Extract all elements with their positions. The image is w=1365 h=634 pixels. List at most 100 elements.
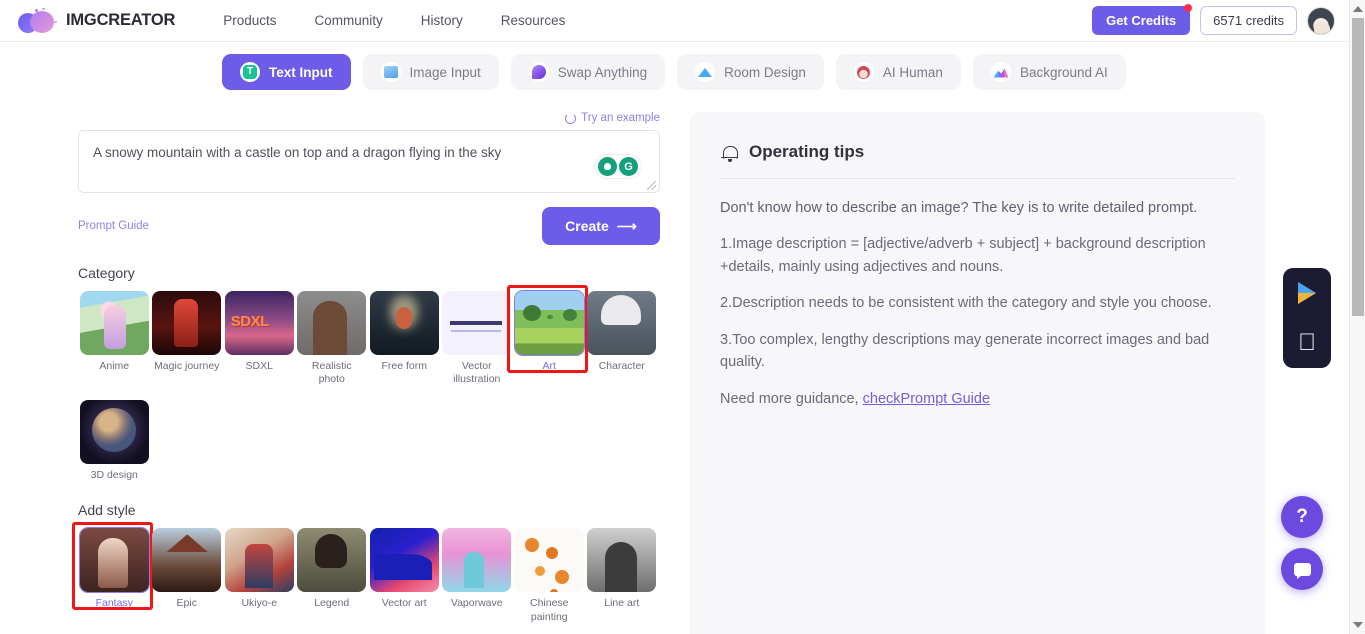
app-download-badges[interactable]:  bbox=[1283, 268, 1331, 368]
category-item-label: SDXL bbox=[245, 360, 273, 372]
bell-icon bbox=[720, 143, 739, 162]
tab-swap-anything[interactable]: Swap Anything bbox=[510, 54, 666, 90]
style-item-label: Vector art bbox=[381, 597, 427, 610]
create-button[interactable]: Create ⟶ bbox=[542, 207, 660, 245]
nav-link-community[interactable]: Community bbox=[315, 13, 383, 28]
tips-footer: Need more guidance, checkPrompt Guide bbox=[720, 388, 1235, 410]
scrollbar-thumb[interactable] bbox=[1352, 18, 1364, 316]
category-item-label: Character bbox=[598, 360, 645, 372]
category-thumbnail bbox=[79, 291, 149, 355]
style-thumbnail bbox=[514, 528, 584, 593]
style-thumbnail bbox=[297, 528, 367, 593]
tab-label: Room Design bbox=[724, 64, 806, 80]
category-item-free-form[interactable]: Free form bbox=[368, 291, 441, 386]
category-item-magic-journey[interactable]: Magic journey bbox=[151, 291, 224, 386]
category-thumbnail bbox=[369, 291, 439, 355]
category-item-sdxl[interactable]: SDXL bbox=[223, 291, 296, 386]
refresh-icon bbox=[565, 112, 577, 124]
style-item-vector-art[interactable]: Vector art bbox=[368, 528, 441, 623]
style-item-line-art[interactable]: Line art bbox=[586, 528, 659, 623]
add-style-section-title: Add style bbox=[78, 502, 136, 519]
tips-item-2: 2.Description needs to be consistent wit… bbox=[720, 295, 1212, 312]
swap-anything-icon bbox=[528, 62, 549, 82]
arrow-right-icon: ⟶ bbox=[616, 217, 637, 234]
category-item-3d-design[interactable]: 3D design bbox=[78, 400, 151, 482]
image-input-icon bbox=[380, 62, 401, 82]
category-section-title: Category bbox=[78, 265, 135, 281]
style-item-epic[interactable]: Epic bbox=[151, 528, 224, 623]
textarea-resize-handle[interactable] bbox=[647, 181, 656, 190]
grammarly-icon[interactable]: G bbox=[619, 157, 638, 176]
google-play-icon[interactable] bbox=[1298, 281, 1316, 304]
category-item-label: Vector illustration bbox=[453, 360, 501, 386]
tab-background-ai[interactable]: Background AI bbox=[972, 54, 1126, 90]
category-item-vector-illustration[interactable]: Vector illustration bbox=[441, 291, 514, 386]
avatar[interactable] bbox=[1307, 6, 1335, 35]
operating-tips-panel: Operating tips Don't know how to describ… bbox=[690, 112, 1265, 634]
category-thumbnail bbox=[442, 291, 512, 355]
tab-room-design[interactable]: Room Design bbox=[677, 54, 824, 90]
tab-label: AI Human bbox=[882, 64, 943, 80]
tab-ai-human[interactable]: AI Human bbox=[835, 54, 961, 90]
category-thumbnail bbox=[224, 291, 294, 355]
prompt-input[interactable] bbox=[93, 144, 613, 182]
try-an-example-label: Try an example bbox=[581, 112, 660, 124]
category-item-label: Anime bbox=[99, 360, 130, 372]
logo-icon bbox=[18, 7, 60, 34]
style-item-vaporwave[interactable]: Vaporwave bbox=[441, 528, 514, 623]
prompt-guide-link[interactable]: Prompt Guide bbox=[78, 220, 149, 232]
tab-label: Swap Anything bbox=[557, 64, 648, 80]
tips-header: Operating tips bbox=[720, 142, 1235, 162]
room-design-icon bbox=[695, 62, 716, 82]
nav-link-resources[interactable]: Resources bbox=[501, 13, 566, 28]
primary-nav-links: Products Community History Resources bbox=[223, 13, 565, 28]
tips-title: Operating tips bbox=[749, 142, 865, 161]
category-item-label: Art bbox=[542, 360, 556, 372]
chat-button[interactable] bbox=[1281, 548, 1323, 590]
chat-bubble-icon bbox=[1293, 562, 1311, 576]
add-style-grid: Fantasy Epic Ukiyo-e Legend Vector art V… bbox=[72, 522, 660, 623]
mode-tab-bar: T Text Input Image Input Swap Anything R… bbox=[222, 54, 1126, 90]
lightbulb-icon[interactable] bbox=[598, 157, 617, 176]
style-item-chinese-painting[interactable]: Chinese painting bbox=[513, 528, 586, 623]
tab-text-input[interactable]: T Text Input bbox=[222, 54, 351, 90]
category-item-label: 3D design bbox=[90, 469, 138, 482]
scroll-up-arrow-icon[interactable] bbox=[1353, 6, 1363, 12]
apple-icon[interactable]:  bbox=[1298, 330, 1316, 355]
style-item-ukiyo-e[interactable]: Ukiyo-e bbox=[223, 528, 296, 623]
style-thumbnail bbox=[224, 528, 294, 593]
try-example-row: Try an example bbox=[78, 112, 660, 124]
page-scrollbar[interactable] bbox=[1349, 0, 1365, 634]
background-ai-icon bbox=[990, 62, 1011, 82]
style-item-label: Ukiyo-e bbox=[241, 597, 278, 610]
style-thumbnail bbox=[587, 528, 657, 593]
prompt-input-container[interactable]: G bbox=[78, 130, 660, 193]
style-thumbnail bbox=[78, 527, 150, 594]
category-item-art[interactable]: Art bbox=[507, 285, 588, 386]
scroll-down-arrow-icon[interactable] bbox=[1353, 622, 1363, 628]
tips-item-1: 1.Image description = [adjective/adverb … bbox=[720, 236, 1206, 275]
style-item-legend[interactable]: Legend bbox=[296, 528, 369, 623]
create-label: Create bbox=[565, 218, 609, 234]
try-an-example-button[interactable]: Try an example bbox=[565, 112, 660, 124]
tips-footer-prefix: Need more guidance, bbox=[720, 390, 863, 407]
category-item-anime[interactable]: Anime bbox=[78, 291, 151, 386]
style-item-label: Vaporwave bbox=[450, 597, 503, 610]
brand-logo-group[interactable]: IMGCREATOR bbox=[18, 7, 175, 34]
nav-link-products[interactable]: Products bbox=[223, 13, 276, 28]
nav-link-history[interactable]: History bbox=[421, 13, 463, 28]
tab-image-input[interactable]: Image Input bbox=[362, 54, 499, 90]
category-item-character[interactable]: Character bbox=[586, 291, 659, 386]
prompt-guide-inline-link[interactable]: checkPrompt Guide bbox=[863, 391, 990, 407]
style-item-label: Chinese painting bbox=[529, 597, 569, 623]
style-item-label: Legend bbox=[314, 597, 350, 610]
text-input-icon: T bbox=[240, 62, 260, 82]
credit-balance-pill[interactable]: 6571 credits bbox=[1200, 6, 1297, 35]
category-item-realistic-photo[interactable]: Realistic photo bbox=[296, 291, 369, 386]
help-button[interactable]: ? bbox=[1281, 496, 1323, 538]
writing-assistant-badge[interactable]: G bbox=[595, 155, 641, 178]
get-credits-button[interactable]: Get Credits bbox=[1092, 4, 1193, 35]
tips-lead-text: Don't know how to describe an image? The… bbox=[720, 200, 1198, 216]
category-item-label: Magic journey bbox=[154, 360, 220, 372]
style-item-fantasy[interactable]: Fantasy bbox=[72, 522, 153, 623]
